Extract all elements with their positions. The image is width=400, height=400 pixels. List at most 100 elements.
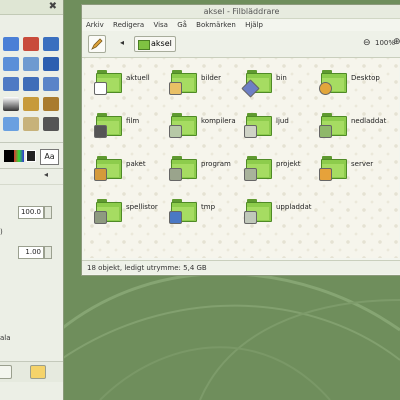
menu-arkiv[interactable]: Arkiv <box>86 21 104 29</box>
fuzzy-select-tool-icon[interactable] <box>43 37 59 51</box>
edit-location-button[interactable] <box>88 35 106 53</box>
folder-item[interactable]: nedladdat <box>319 113 395 149</box>
menu-visa[interactable]: Visa <box>153 21 168 29</box>
folder-item[interactable]: server <box>319 156 395 192</box>
playlist-icon <box>94 211 107 224</box>
folder-item[interactable]: uppladdat <box>244 199 320 235</box>
back-arrow-icon[interactable]: ◂ <box>120 38 124 47</box>
folder-item[interactable]: ljud <box>244 113 320 149</box>
trash-icon <box>169 211 182 224</box>
select-tool-icon[interactable] <box>3 37 19 51</box>
folder-icon <box>94 156 122 181</box>
opacity-spin-field[interactable]: 100.0 <box>18 206 44 219</box>
program-icon <box>169 168 182 181</box>
zoom-level[interactable]: 100% <box>375 39 395 47</box>
window-title: aksel - Filbläddrare <box>82 5 400 19</box>
folder-icon <box>169 199 197 224</box>
reset-button[interactable] <box>0 365 12 379</box>
menubar: Arkiv Redigera Visa Gå Bokmärken Hjälp <box>82 19 400 31</box>
spin-arrows-icon[interactable] <box>44 206 52 219</box>
toolbox-titlebar: ✖ <box>0 0 63 15</box>
upload-icon <box>244 211 257 224</box>
option-text: ala <box>0 334 11 342</box>
folder-icon <box>319 70 347 95</box>
project-icon <box>244 168 257 181</box>
tool-options-panel: ◂ 100.0 ) 1.00 ala <box>0 168 63 378</box>
size-spin-field[interactable]: 1.00 <box>18 246 44 259</box>
folder-label: spellistor <box>126 203 158 211</box>
menu-hjalp[interactable]: Hjälp <box>245 21 263 29</box>
folder-item[interactable]: kompilera <box>169 113 245 149</box>
ink-tool-icon[interactable] <box>43 117 59 131</box>
crop-tool-icon[interactable] <box>43 57 59 71</box>
move-tool-icon[interactable] <box>3 57 19 71</box>
color-palette-icon[interactable] <box>14 150 24 162</box>
folder-item[interactable]: aktuell <box>94 70 170 106</box>
folder-icon <box>94 113 122 138</box>
folder-icon <box>244 199 272 224</box>
menu-ga[interactable]: Gå <box>177 21 187 29</box>
folder-item[interactable]: tmp <box>169 199 245 235</box>
close-icon[interactable]: ✖ <box>49 1 57 12</box>
foreground-color-swatch[interactable] <box>4 150 14 162</box>
tool-grid <box>0 34 63 134</box>
film-icon <box>94 125 107 138</box>
folder-label: kompilera <box>201 117 236 125</box>
folder-icon <box>94 70 122 95</box>
folder-item[interactable]: projekt <box>244 156 320 192</box>
rotate-tool-icon[interactable] <box>3 77 19 91</box>
toolbox-window: ✖ Aa ◂ 100.0) 1.00 ala <box>0 0 64 400</box>
text-tool-button[interactable]: Aa <box>40 149 59 165</box>
menu-bokmarken[interactable]: Bokmärken <box>196 21 236 29</box>
option-text: ) <box>0 228 3 236</box>
brush-tool-icon[interactable] <box>43 97 59 111</box>
folder-icon <box>244 113 272 138</box>
background-color-swatch[interactable] <box>26 150 36 162</box>
folder-item[interactable]: bin <box>241 70 320 106</box>
folder-label: bin <box>276 74 287 82</box>
sound-icon <box>244 125 257 138</box>
panel-menu-icon[interactable]: ◂ <box>44 170 48 179</box>
folder-icon <box>244 156 272 181</box>
folder-item[interactable]: program <box>169 156 245 192</box>
restore-button[interactable] <box>30 365 46 379</box>
folder-item[interactable]: Desktop <box>319 70 395 106</box>
folder-label: uppladdat <box>276 203 312 211</box>
folder-icon <box>169 70 197 95</box>
path-label: aksel <box>151 39 172 48</box>
home-folder-icon <box>138 40 150 50</box>
folder-item[interactable]: bilder <box>169 70 245 106</box>
document-icon <box>94 82 107 95</box>
zoom-in-icon[interactable]: ⊕ <box>393 37 400 47</box>
scissors-tool-icon[interactable] <box>23 37 39 51</box>
folder-label: Desktop <box>351 74 380 82</box>
desktop-icon <box>319 82 332 95</box>
folder-icon <box>319 156 347 181</box>
spin-arrows-icon[interactable] <box>44 246 52 259</box>
align-tool-icon[interactable] <box>23 57 39 71</box>
blur-tool-icon[interactable] <box>3 117 19 131</box>
status-bar: 18 objekt, ledigt utrymme: 5,4 GB <box>82 260 400 274</box>
folder-item[interactable]: paket <box>94 156 170 192</box>
download-icon <box>319 125 332 138</box>
folder-icon <box>94 199 122 224</box>
zoom-out-icon[interactable]: ⊖ <box>363 38 371 48</box>
folder-label: program <box>201 160 231 168</box>
folder-item[interactable]: spellistor <box>94 199 170 235</box>
menu-redigera[interactable]: Redigera <box>113 21 144 29</box>
folder-item[interactable]: film <box>94 113 170 149</box>
smudge-tool-icon[interactable] <box>23 117 39 131</box>
perspective-tool-icon[interactable] <box>43 77 59 91</box>
image-icon <box>169 82 182 95</box>
folder-icon <box>241 70 272 98</box>
toolbox-bottom-bar <box>0 361 63 382</box>
scale-tool-icon[interactable] <box>23 77 39 91</box>
divider <box>0 142 63 143</box>
location-toolbar: ◂ aksel ⊖ 100% ⊕ <box>82 31 400 58</box>
pencil-tool-icon[interactable] <box>23 97 39 111</box>
folder-icon <box>169 113 197 138</box>
folder-label: projekt <box>276 160 301 168</box>
path-button-aksel[interactable]: aksel <box>134 36 176 52</box>
folder-label: bilder <box>201 74 221 82</box>
gradient-tool-icon[interactable] <box>3 97 19 111</box>
